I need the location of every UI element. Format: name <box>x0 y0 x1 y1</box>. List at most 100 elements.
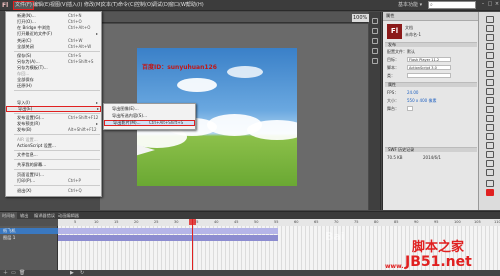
ruler-tick: 75 <box>354 220 359 224</box>
class-label: 类： <box>387 73 395 78</box>
play-icon[interactable]: ▶ <box>70 270 74 276</box>
text-tool-icon[interactable] <box>486 70 494 77</box>
script-label: 脚本： <box>387 65 399 70</box>
watermark-url-prefix: www. <box>385 263 404 270</box>
doc-file-name: 未命名-1 <box>405 32 421 37</box>
timeline-footer: ＋ ▭ 🗑 ▶ ↻ <box>0 270 500 276</box>
cloud-shape <box>177 78 217 92</box>
frame-span-layer1[interactable] <box>58 235 278 241</box>
fill-color-swatch[interactable] <box>486 189 494 196</box>
maximize-button[interactable]: □ <box>487 1 493 8</box>
frame-ruler[interactable]: 5 10 15 20 25 30 35 40 45 50 55 60 65 70 75 80 85 90 95 100… <box>58 219 500 226</box>
menu-help[interactable]: 帮助(H) <box>185 1 205 10</box>
menu-item-share-screen[interactable]: 共享我的屏幕... <box>6 162 101 168</box>
rectangle-tool-icon[interactable] <box>486 88 494 95</box>
menu-item-open-recent[interactable]: 打开最近的文件(F) ▸ <box>6 31 101 37</box>
new-layer-icon[interactable]: ＋ <box>3 270 8 276</box>
ruler-tick: 85 <box>394 220 399 224</box>
stage-color-swatch[interactable] <box>407 106 413 111</box>
menu-item-export-image[interactable]: 导出图像(E)... <box>104 106 195 112</box>
tab-motion-editor[interactable]: 动画编辑器 <box>56 212 81 219</box>
free-transform-tool-icon[interactable] <box>486 34 494 41</box>
menu-separator <box>14 51 100 52</box>
timeline-tabs: 时间轴 输出 编译器错误 动画编辑器 <box>0 212 500 219</box>
eraser-tool-icon[interactable] <box>486 151 494 158</box>
ruler-tick: 45 <box>234 220 239 224</box>
layer-row-plane[interactable]: 纸飞机 <box>0 228 58 234</box>
swf-date: 2014/6/1 <box>423 155 441 160</box>
tab-output[interactable]: 输出 <box>18 212 30 219</box>
subselection-tool-icon[interactable] <box>486 25 494 32</box>
tween-span-plane[interactable] <box>58 228 278 234</box>
paper-plane-symbol[interactable] <box>137 143 155 157</box>
workspace-switcher[interactable]: 基本功能 ▾ <box>398 1 422 10</box>
stroke-color-icon[interactable] <box>486 180 494 187</box>
cloud-shape <box>247 120 297 140</box>
menu-item-print[interactable]: 打印(P)... Ctrl+P <box>6 178 101 184</box>
pencil-tool-icon[interactable] <box>486 97 494 104</box>
minimize-button[interactable]: – <box>480 1 486 8</box>
align-panel-icon[interactable] <box>372 38 378 44</box>
bone-tool-icon[interactable] <box>486 124 494 131</box>
tools-panel <box>478 12 500 210</box>
loop-icon[interactable]: ↻ <box>80 270 84 276</box>
properties-tab[interactable]: 属性 <box>383 12 479 21</box>
line-tool-icon[interactable] <box>486 79 494 86</box>
menu-item-export-movie[interactable]: 导出影片(M)... Ctrl+Alt+Shift+S <box>104 120 195 126</box>
help-search-input[interactable]: ⌕ <box>428 1 476 9</box>
properties-panel: 属性 Fl 文档 未命名-1 发布 配置文件：默认 目标： Flash Play… <box>382 12 479 210</box>
publish-section-header[interactable]: 发布 <box>385 42 477 47</box>
watermark-url: JB51.net <box>405 254 472 270</box>
close-button[interactable]: × <box>494 1 500 8</box>
tab-compiler-errors[interactable]: 编译器错误 <box>32 212 57 219</box>
target-label: 目标： <box>387 57 399 62</box>
ruler-tick: 80 <box>374 220 379 224</box>
menu-file[interactable]: 文件(F) <box>13 1 34 10</box>
pen-tool-icon[interactable] <box>486 61 494 68</box>
menu-item-revert[interactable]: 还原(H) <box>6 83 101 89</box>
playhead-line[interactable] <box>192 219 193 276</box>
info-panel-icon[interactable] <box>372 48 378 54</box>
selection-tool-icon[interactable] <box>486 16 494 23</box>
new-folder-icon[interactable]: ▭ <box>11 270 16 276</box>
file-menu: 新建(N)... Ctrl+N 打开(O)... Ctrl+O 在 Bridge 中… <box>5 11 102 197</box>
script-version-select[interactable]: ActionScript 3.0 <box>407 65 451 70</box>
swf-history-header[interactable]: SWF 历史记录 <box>385 147 477 152</box>
menu-insert[interactable]: 插入(I) <box>66 1 83 10</box>
lasso-tool-icon[interactable] <box>486 52 494 59</box>
ruler-tick: 40 <box>214 220 219 224</box>
3d-rotation-tool-icon[interactable] <box>486 43 494 50</box>
target-player-select[interactable]: Flash Player 11.2 <box>407 57 451 62</box>
menu-item-actionscript-settings[interactable]: ActionScript 设置... <box>6 143 101 149</box>
color-panel-icon[interactable] <box>372 18 378 24</box>
zoom-tool-icon[interactable] <box>486 169 494 176</box>
properties-section-header[interactable]: 属性 <box>385 82 477 87</box>
document-class-input[interactable] <box>407 73 451 78</box>
swatches-panel-icon[interactable] <box>372 28 378 34</box>
eyedropper-tool-icon[interactable] <box>486 142 494 149</box>
fps-value[interactable]: 24.00 <box>407 90 418 95</box>
swf-size: 70.5 KB <box>387 155 403 160</box>
layer-row-1[interactable]: 图层 1 <box>0 235 58 241</box>
brush-tool-icon[interactable] <box>486 106 494 113</box>
menu-item-export[interactable]: 导出(E) ▸ <box>6 106 101 112</box>
export-submenu: 导出图像(E)... 导出所选内容(S)... 导出影片(M)... Ctrl+A… <box>103 103 196 130</box>
menu-item-publish[interactable]: 发布(B) Alt+Shift+F12 <box>6 127 101 133</box>
tab-timeline[interactable]: 时间轴 <box>0 212 17 219</box>
paint-bucket-tool-icon[interactable] <box>486 133 494 140</box>
menu-separator <box>14 150 100 151</box>
menu-item-exit[interactable]: 退出(X) Ctrl+Q <box>6 188 101 194</box>
hand-tool-icon[interactable] <box>486 160 494 167</box>
transform-panel-icon[interactable] <box>372 58 378 64</box>
search-icon: ⌕ <box>430 2 433 8</box>
menu-item-export-selection[interactable]: 导出所选内容(S)... <box>104 113 195 119</box>
menu-separator <box>14 169 100 170</box>
panel-icon-column <box>369 12 381 210</box>
menu-item-close-all[interactable]: 全部关闭 Ctrl+Alt+W <box>6 44 101 50</box>
menu-separator <box>14 134 100 135</box>
deco-tool-icon[interactable] <box>486 115 494 122</box>
menu-separator <box>14 185 100 186</box>
menu-item-file-info[interactable]: 文件信息... <box>6 152 101 158</box>
stage-size-value[interactable]: 550 x 400 像素 <box>407 98 436 103</box>
delete-layer-icon[interactable]: 🗑 <box>19 270 25 276</box>
